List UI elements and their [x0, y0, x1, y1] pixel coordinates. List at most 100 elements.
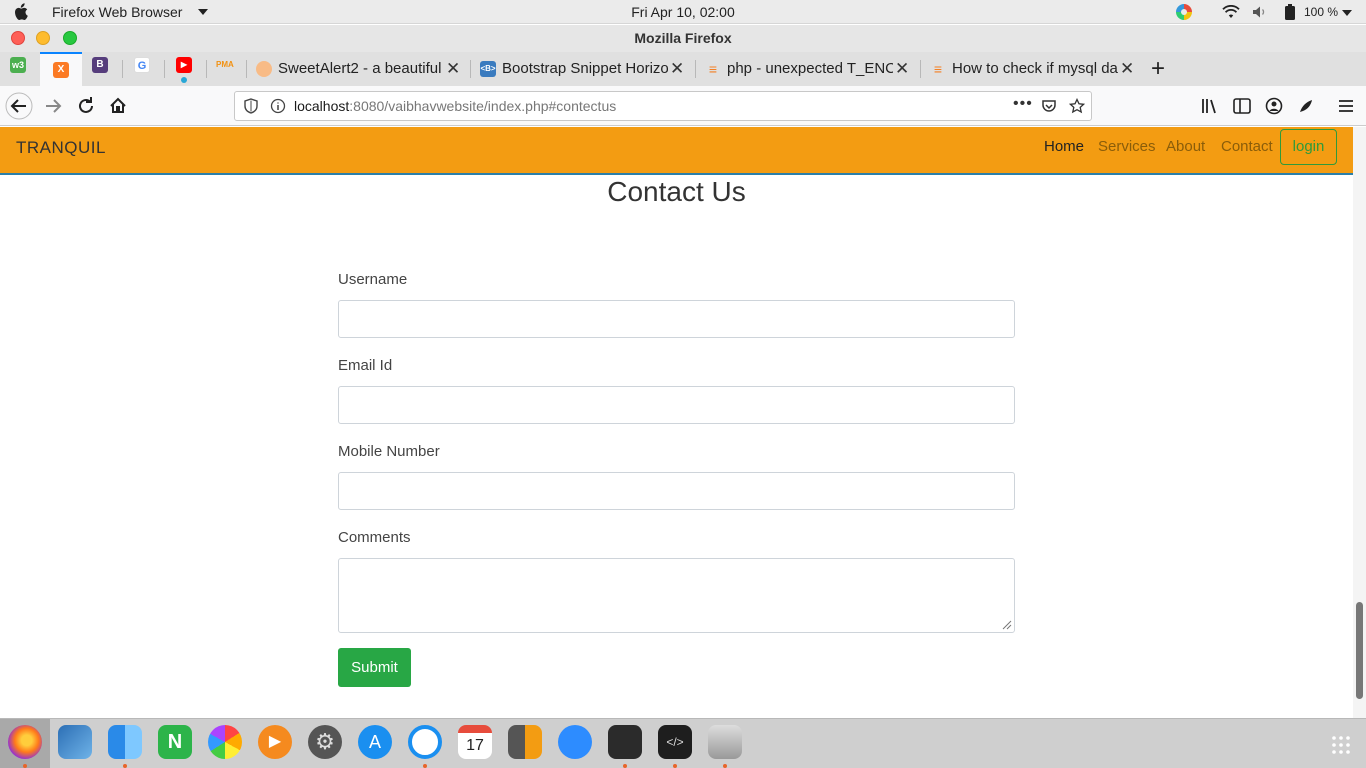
battery-percentage[interactable]: 100 % [1304, 5, 1338, 19]
window-title-bar: Mozilla Firefox [0, 25, 1366, 52]
running-indicator [623, 764, 627, 768]
tab-separator [246, 60, 247, 78]
extension-icon[interactable] [1297, 97, 1315, 115]
tab-close-icon[interactable]: ✕ [670, 59, 684, 79]
sidebar-icon[interactable] [1233, 98, 1251, 114]
comments-textarea[interactable] [338, 558, 1015, 633]
resize-handle-icon[interactable] [1002, 620, 1012, 630]
color-picker-tray-icon[interactable] [1176, 4, 1192, 20]
tab-separator [470, 60, 471, 78]
google-icon: G [134, 57, 150, 73]
preview-icon[interactable] [58, 725, 92, 759]
tab-bootstrap-snippet[interactable]: <B> Bootstrap Snippet Horizo ✕ [476, 52, 692, 86]
email-input[interactable] [338, 386, 1015, 424]
w3schools-icon: w3 [10, 57, 26, 73]
pinned-tab-youtube[interactable]: ▶ [176, 57, 198, 83]
pocket-icon[interactable] [1041, 98, 1057, 114]
submit-button[interactable]: Submit [338, 648, 411, 687]
tab-sweetalert2[interactable]: SweetAlert2 - a beautiful ✕ [252, 52, 468, 86]
site-navbar: TRANQUIL Home Services About Contact log… [0, 127, 1353, 175]
tab-title: How to check if mysql da [952, 60, 1118, 77]
media-player-icon[interactable]: ▶ [258, 725, 292, 759]
tab-separator [695, 60, 696, 78]
home-button[interactable] [104, 92, 132, 120]
forward-arrow-icon [46, 99, 62, 113]
tab-mysql-check[interactable]: ≡ How to check if mysql da ✕ [926, 52, 1142, 86]
back-arrow-icon [5, 92, 33, 120]
tab-close-icon[interactable]: ✕ [895, 59, 909, 79]
settings-gear-icon[interactable]: ⚙ [308, 725, 342, 759]
tab-close-icon[interactable]: ✕ [1120, 59, 1134, 79]
tab-separator [920, 60, 921, 78]
battery-dropdown-icon[interactable] [1342, 10, 1352, 16]
phpmyadmin-icon: PMA [216, 60, 234, 69]
account-icon[interactable] [1265, 97, 1283, 115]
url-path: :8080/vaibhavwebsite/index.php#contectus [349, 98, 617, 114]
back-button[interactable] [5, 92, 33, 120]
dock: N ▶ ⚙ A 17 </> [0, 718, 1366, 768]
pinned-tab-bootstrap[interactable]: B [92, 57, 114, 79]
info-icon[interactable] [270, 98, 286, 114]
login-button[interactable]: login [1280, 129, 1337, 165]
app-store-icon[interactable]: A [358, 725, 392, 759]
finder-icon[interactable] [108, 725, 142, 759]
pinned-tab-w3schools[interactable]: w3 [10, 57, 32, 79]
calculator-icon[interactable] [508, 725, 542, 759]
photos-icon[interactable] [208, 725, 242, 759]
notes-app-icon[interactable]: N [158, 725, 192, 759]
tab-title: php - unexpected T_ENC [727, 60, 893, 77]
calendar-icon[interactable]: 17 [458, 725, 492, 759]
wifi-icon[interactable] [1222, 5, 1240, 19]
running-indicator [673, 764, 677, 768]
new-tab-button[interactable]: + [1151, 55, 1165, 83]
tab-close-icon[interactable]: ✕ [446, 59, 460, 79]
system-menu-bar: Firefox Web Browser Fri Apr 10, 02:00 10… [0, 0, 1366, 24]
volume-icon[interactable] [1252, 5, 1268, 19]
app-grid-icon[interactable] [1331, 735, 1351, 755]
sync-icon[interactable] [408, 725, 442, 759]
screenshot-icon[interactable] [708, 725, 742, 759]
pinned-tab-phpmyadmin[interactable]: PMA [216, 57, 238, 79]
site-brand[interactable]: TRANQUIL [16, 138, 106, 158]
stackoverflow-icon: ≡ [708, 61, 718, 77]
bookmark-star-icon[interactable] [1069, 98, 1085, 114]
battery-icon[interactable] [1283, 4, 1297, 20]
pinned-tab-google[interactable]: G [134, 57, 156, 79]
shield-icon[interactable] [243, 98, 259, 114]
stackoverflow-icon: ≡ [933, 61, 943, 77]
terminal-icon[interactable] [608, 725, 642, 759]
zoom-icon[interactable] [558, 725, 592, 759]
url-text[interactable]: localhost:8080/vaibhavwebsite/index.php#… [294, 98, 616, 114]
mobile-number-input[interactable] [338, 472, 1015, 510]
nav-link-home[interactable]: Home [1044, 138, 1084, 155]
running-indicator [23, 764, 27, 768]
address-bar[interactable]: localhost:8080/vaibhavwebsite/index.php#… [234, 91, 1092, 121]
hamburger-menu-icon[interactable] [1338, 98, 1354, 114]
home-icon [110, 97, 126, 113]
navigation-toolbar: localhost:8080/vaibhavwebsite/index.php#… [0, 86, 1366, 126]
firefox-icon[interactable] [8, 725, 42, 759]
running-indicator [723, 764, 727, 768]
comments-label: Comments [338, 529, 411, 546]
nav-link-about[interactable]: About [1166, 138, 1205, 155]
tab-title: SweetAlert2 - a beautiful [278, 60, 442, 77]
page-actions-menu-icon[interactable]: ••• [1013, 95, 1033, 113]
pinned-tab-xampp[interactable]: X [40, 52, 82, 86]
scrollbar-thumb[interactable] [1356, 602, 1363, 699]
tab-php-unexpected[interactable]: ≡ php - unexpected T_ENC ✕ [701, 52, 917, 86]
running-indicator [423, 764, 427, 768]
library-icon[interactable] [1201, 98, 1219, 114]
window-title: Mozilla Firefox [634, 30, 732, 46]
bootstrap-icon: B [92, 57, 108, 73]
reload-icon [79, 97, 93, 113]
forward-button[interactable] [39, 92, 67, 120]
nav-link-services[interactable]: Services [1098, 138, 1156, 155]
username-input[interactable] [338, 300, 1015, 338]
media-playing-indicator [181, 77, 187, 83]
tab-separator [164, 60, 165, 78]
code-editor-icon[interactable]: </> [658, 725, 692, 759]
tab-strip: w3 X B G ▶ PMA SweetAlert2 - a beautiful… [0, 52, 1366, 86]
system-clock[interactable]: Fri Apr 10, 02:00 [0, 4, 1366, 20]
reload-button[interactable] [72, 92, 100, 120]
nav-link-contact[interactable]: Contact [1221, 138, 1273, 155]
